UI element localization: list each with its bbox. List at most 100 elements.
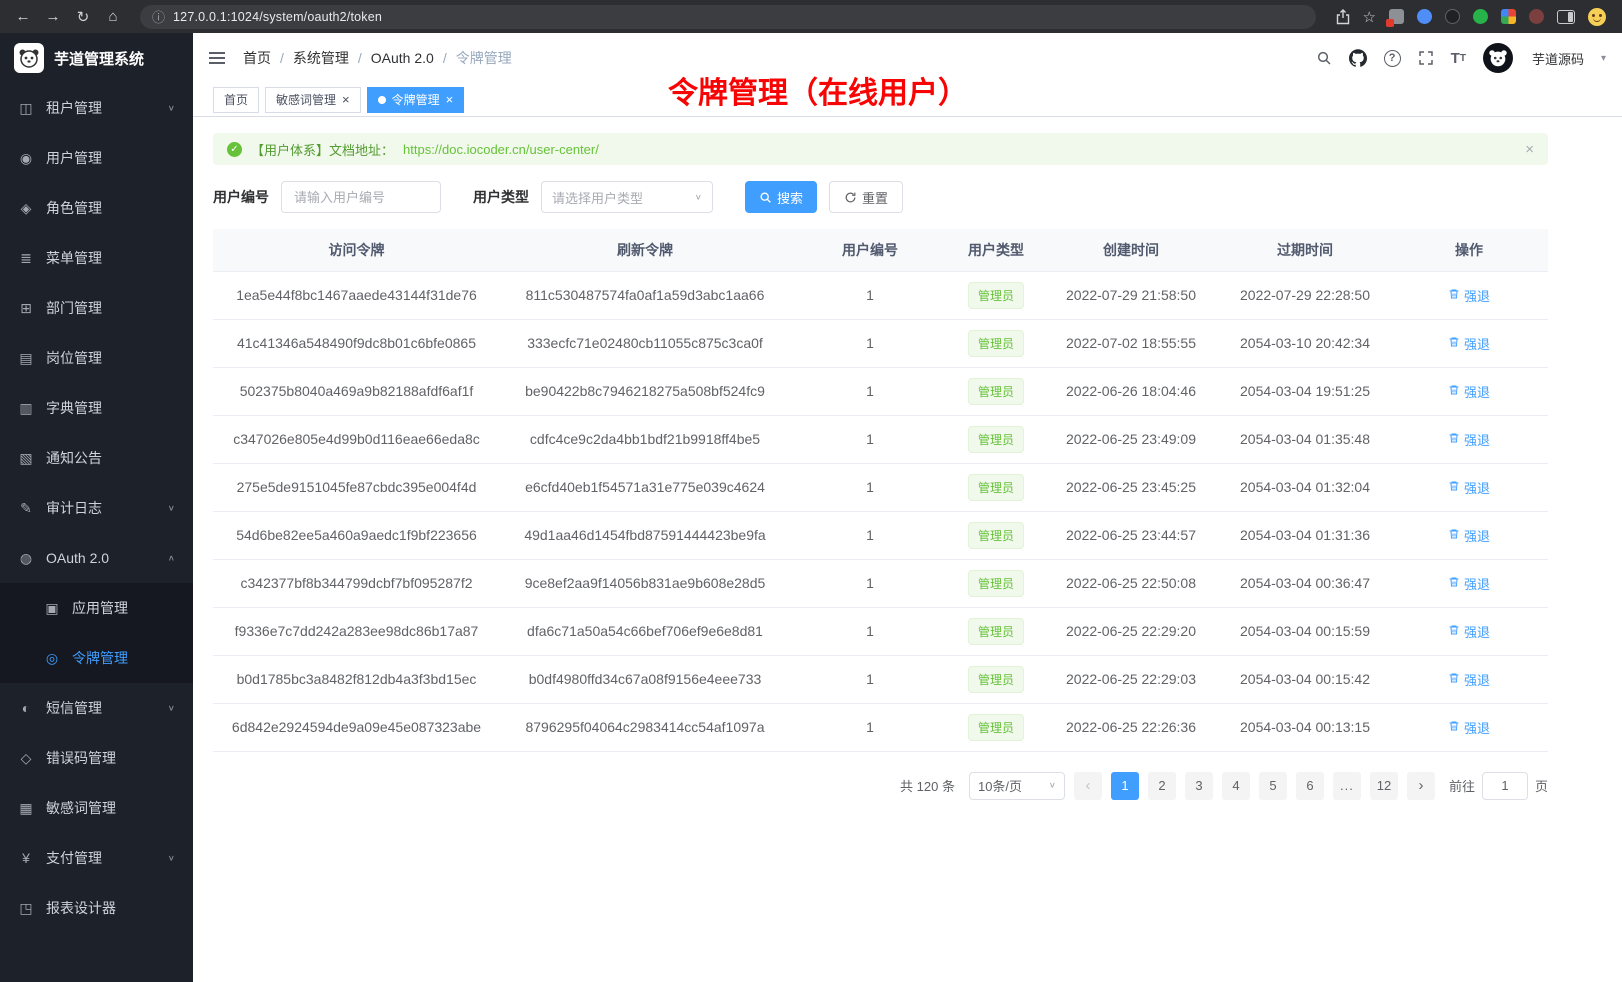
sidebar-item[interactable]: ◇错误码管理 (0, 733, 193, 783)
page-button[interactable]: 12 (1370, 772, 1398, 800)
back-button[interactable]: ← (10, 8, 36, 25)
token-table: 访问令牌刷新令牌用户编号用户类型创建时间过期时间操作 1ea5e44f8bc14… (213, 229, 1548, 752)
sidebar-item[interactable]: ◎令牌管理 (0, 633, 193, 683)
menu-icon: ≣ (18, 250, 34, 267)
sidebar-item[interactable]: ◈角色管理 (0, 183, 193, 233)
sidebar-item[interactable]: ◳报表设计器 (0, 883, 193, 933)
alert-close-icon[interactable]: × (1525, 141, 1534, 158)
force-logout-button[interactable]: 强退 (1448, 334, 1490, 353)
force-logout-button[interactable]: 强退 (1448, 574, 1490, 593)
help-icon[interactable]: ? (1384, 50, 1401, 67)
user-type-select[interactable]: 请选择用户类型 ∨ (541, 181, 713, 213)
sidebar-item[interactable]: ¥支付管理∨ (0, 833, 193, 883)
share-icon[interactable] (1336, 9, 1350, 25)
site-info-icon[interactable]: ⓘ (152, 7, 165, 26)
page-button[interactable]: 6 (1296, 772, 1324, 800)
app-logo[interactable]: 芋道管理系统 (0, 33, 193, 83)
sidebar-item[interactable]: ◍OAuth 2.0∧ (0, 533, 193, 583)
github-icon[interactable] (1349, 49, 1367, 67)
search-icon[interactable] (1316, 50, 1332, 66)
bookmark-star-icon[interactable]: ☆ (1363, 8, 1376, 26)
home-button[interactable]: ⌂ (100, 8, 126, 25)
sidebar-item-label: 岗位管理 (46, 348, 102, 368)
force-logout-button[interactable]: 强退 (1448, 286, 1490, 305)
sidebar-submenu: ▣应用管理◎令牌管理 (0, 583, 193, 683)
prev-page-button[interactable]: ‹ (1074, 772, 1102, 800)
active-tab-dot-icon (378, 96, 386, 104)
reset-button-label: 重置 (862, 188, 888, 207)
breadcrumb-item[interactable]: 令牌管理 (456, 48, 512, 68)
sidebar-item[interactable]: ◫租户管理∨ (0, 83, 193, 133)
user-avatar[interactable] (1483, 43, 1513, 73)
reload-button[interactable]: ↻ (70, 8, 96, 26)
fullscreen-icon[interactable] (1418, 50, 1434, 66)
force-logout-button[interactable]: 强退 (1448, 526, 1490, 545)
tab[interactable]: 敏感词管理× (265, 87, 361, 113)
force-logout-button[interactable]: 强退 (1448, 622, 1490, 641)
page-button[interactable]: ... (1333, 772, 1361, 800)
sidebar-item[interactable]: ⊞部门管理 (0, 283, 193, 333)
sidebar-item-label: 报表设计器 (46, 898, 116, 918)
force-logout-button[interactable]: 强退 (1448, 430, 1490, 449)
user-id-input[interactable] (281, 181, 441, 213)
next-page-button[interactable]: › (1407, 772, 1435, 800)
page-button[interactable]: 4 (1222, 772, 1250, 800)
create-time-cell: 2022-06-25 22:29:03 (1042, 655, 1220, 703)
browser-profile-avatar[interactable] (1588, 8, 1606, 26)
notice-icon: ▧ (18, 450, 34, 467)
tab[interactable]: 首页 (213, 87, 259, 113)
force-logout-button[interactable]: 强退 (1448, 670, 1490, 689)
chevron-down-icon[interactable]: ▾ (1601, 53, 1606, 64)
info-alert: ✓ 【用户体系】文档地址： https://doc.iocoder.cn/use… (213, 133, 1548, 165)
collapse-menu-icon[interactable] (209, 52, 225, 64)
extension-colorful-icon[interactable] (1501, 9, 1516, 24)
page-button[interactable]: 5 (1259, 772, 1287, 800)
sidebar-item[interactable]: ▤岗位管理 (0, 333, 193, 383)
sidebar-item[interactable]: ▦敏感词管理 (0, 783, 193, 833)
force-logout-button[interactable]: 强退 (1448, 478, 1490, 497)
sidebar-item[interactable]: ✎审计日志∨ (0, 483, 193, 533)
extension-badge-icon[interactable] (1389, 9, 1404, 24)
font-size-icon[interactable]: TT (1451, 50, 1466, 67)
sidebar-item[interactable]: ≣菜单管理 (0, 233, 193, 283)
breadcrumb-item[interactable]: 系统管理 (293, 48, 349, 68)
sidebar-item[interactable]: ▥字典管理 (0, 383, 193, 433)
sidebar-item[interactable]: ◉用户管理 (0, 133, 193, 183)
goto-page-input[interactable] (1482, 772, 1528, 800)
extension-dark-icon[interactable] (1445, 9, 1460, 24)
sidebar-toggle-icon[interactable] (1557, 10, 1575, 24)
force-logout-button[interactable]: 强退 (1448, 718, 1490, 737)
delete-icon (1448, 576, 1460, 591)
page-button[interactable]: 2 (1148, 772, 1176, 800)
table-row: 41c41346a548490f9dc8b01c6bfe0865333ecfc7… (213, 319, 1548, 367)
search-button[interactable]: 搜索 (745, 181, 817, 213)
user-type-cell: 管理员 (950, 367, 1042, 415)
extension-blue-icon[interactable] (1417, 9, 1432, 24)
alert-doc-link[interactable]: https://doc.iocoder.cn/user-center/ (403, 142, 599, 157)
tab-close-icon[interactable]: × (446, 93, 454, 106)
action-cell: 强退 (1390, 511, 1548, 559)
user-type-badge: 管理员 (968, 426, 1024, 453)
breadcrumb-item[interactable]: 首页 (243, 48, 271, 68)
force-logout-button[interactable]: 强退 (1448, 382, 1490, 401)
sidebar-item[interactable]: ◐短信管理∨ (0, 683, 193, 733)
sidebar-item[interactable]: ▧通知公告 (0, 433, 193, 483)
reset-button[interactable]: 重置 (829, 181, 903, 213)
goto-label: 前往 (1449, 776, 1475, 795)
user-id-cell: 1 (790, 271, 950, 319)
alert-text: 【用户体系】文档地址： (251, 140, 394, 159)
page-button[interactable]: 1 (1111, 772, 1139, 800)
page-size-select[interactable]: 10条/页 ∨ (969, 772, 1065, 800)
page-button[interactable]: 3 (1185, 772, 1213, 800)
forward-button[interactable]: → (40, 8, 66, 25)
delete-icon (1448, 432, 1460, 447)
tab-close-icon[interactable]: × (342, 93, 350, 106)
tab[interactable]: 令牌管理× (367, 87, 465, 113)
sidebar-item[interactable]: ▣应用管理 (0, 583, 193, 633)
chevron-up-icon: ∧ (168, 554, 175, 563)
extension-green-icon[interactable] (1473, 9, 1488, 24)
user-id-cell: 1 (790, 607, 950, 655)
address-bar[interactable]: ⓘ 127.0.0.1:1024/system/oauth2/token (140, 5, 1316, 29)
extension-paw-icon[interactable] (1529, 9, 1544, 24)
breadcrumb-item[interactable]: OAuth 2.0 (371, 50, 434, 66)
